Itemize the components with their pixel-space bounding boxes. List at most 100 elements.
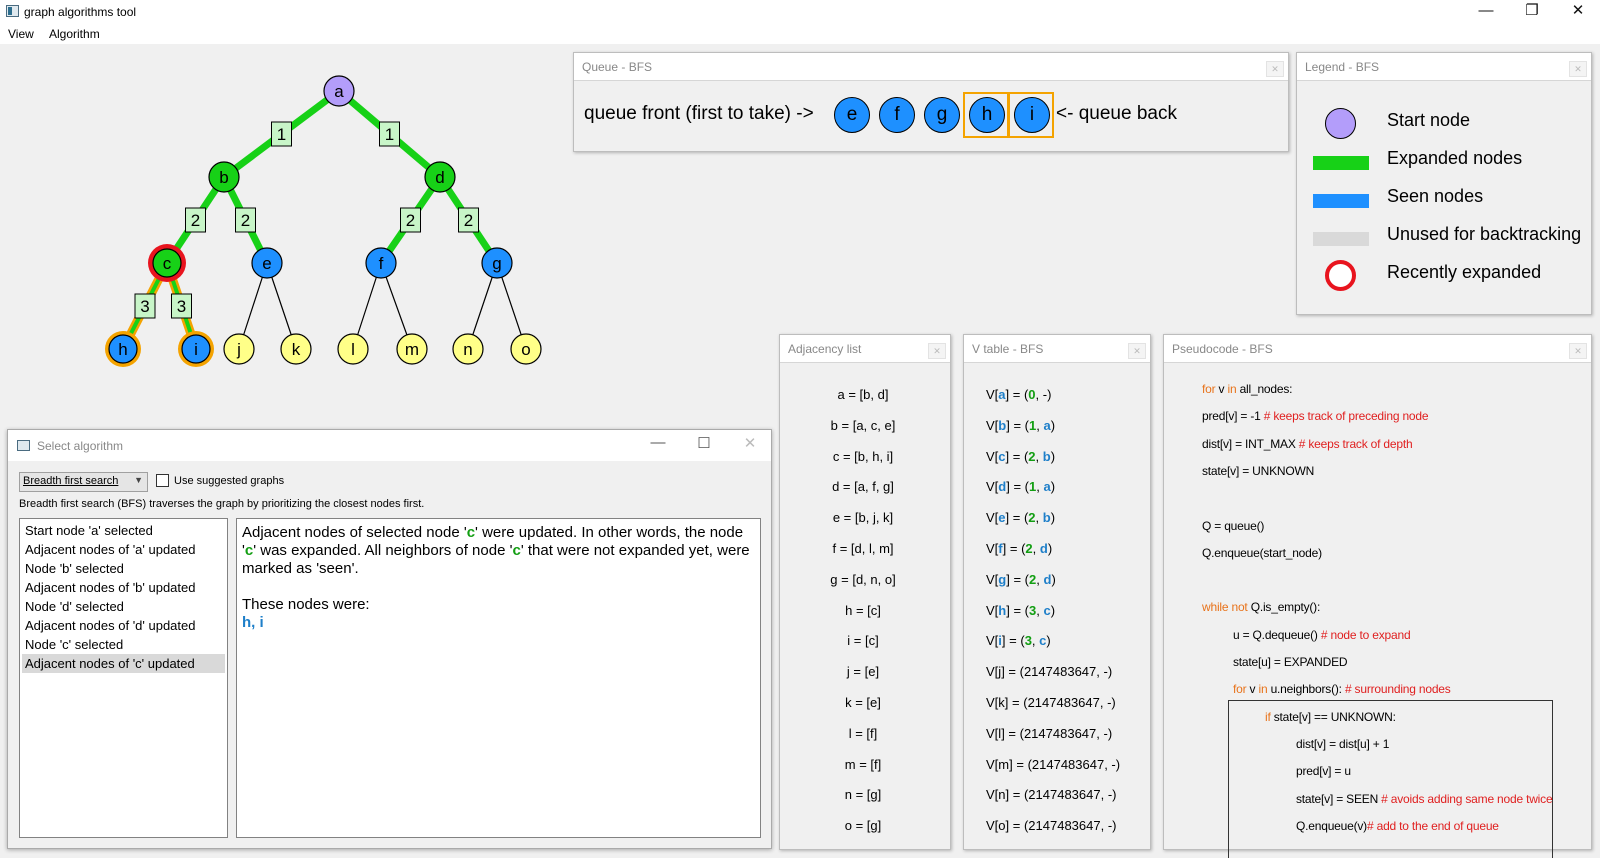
adjacency-line: c = [b, h, i] xyxy=(832,448,894,464)
step-list-item[interactable]: Adjacent nodes of 'd' updated xyxy=(22,616,225,635)
steps-list[interactable]: Start node 'a' selected Adjacent nodes of… xyxy=(19,518,228,838)
expanded-swatch-icon xyxy=(1313,156,1369,170)
queue-back-label: <- queue back xyxy=(1056,103,1177,124)
pseudocode-line: while not Q.is_empty(): xyxy=(1202,600,1321,615)
detail-text: ' was expanded. All neighbors of node ' xyxy=(253,542,513,559)
node-e-label: e xyxy=(262,254,271,273)
pseudocode-highlight-box xyxy=(1228,700,1553,858)
detail-text: Adjacent nodes of selected node ' xyxy=(242,524,467,541)
edge-weight-label: 2 xyxy=(464,211,473,230)
pseudocode-line: pred[v] = -1 # keeps track of preceding … xyxy=(1202,409,1429,424)
vtable-row: V[j] = (2147483647, -) xyxy=(986,664,1113,680)
node-f-label: f xyxy=(379,254,384,273)
menu-view[interactable]: View xyxy=(8,27,34,41)
select-window-maximize-button[interactable]: ☐ xyxy=(689,434,719,452)
maximize-button[interactable]: ❐ xyxy=(1509,0,1555,24)
queue-panel-title: Queue - BFS xyxy=(582,60,653,74)
adjacency-line: o = [g] xyxy=(844,818,882,834)
adjacency-panel-close-button[interactable]: ✕ xyxy=(928,343,946,359)
vtable-row: V[d] = (1, a) xyxy=(986,479,1056,495)
queue-node-h: h xyxy=(969,97,1005,133)
legend-item-recent: Recently expanded xyxy=(1297,256,1587,291)
node-l-label: l xyxy=(351,340,355,359)
step-list-item[interactable]: Adjacent nodes of 'b' updated xyxy=(22,578,225,597)
node-n-label: n xyxy=(463,340,472,359)
adjacency-panel: Adjacency list ✕ a = [b, d] b = [a, c, e]… xyxy=(779,334,951,850)
pseudocode-line: u = Q.dequeue() # node to expand xyxy=(1233,627,1411,642)
start-node-swatch-icon xyxy=(1325,108,1356,139)
detail-node: c xyxy=(512,542,521,559)
algorithm-select[interactable]: Breadth first search ▼ xyxy=(19,472,148,492)
queue-node-i: i xyxy=(1014,97,1050,133)
step-list-item[interactable]: Adjacent nodes of 'a' updated xyxy=(22,540,225,559)
legend-panel: Legend - BFS ✕ Start node Expanded nodes… xyxy=(1296,52,1592,315)
detail-node: c xyxy=(244,542,254,559)
step-list-item[interactable]: Node 'b' selected xyxy=(22,559,225,578)
adjacency-line: e = [b, j, k] xyxy=(832,510,894,526)
legend-label: Unused for backtracking xyxy=(1387,224,1582,244)
legend-panel-close-button[interactable]: ✕ xyxy=(1569,61,1587,77)
unused-swatch-icon xyxy=(1313,232,1369,246)
pseudocode-panel-close-button[interactable]: ✕ xyxy=(1569,343,1587,359)
queue-node-f: f xyxy=(879,97,915,133)
pseudocode-line: Q.enqueue(start_node) xyxy=(1202,545,1322,560)
edge-weight-label: 2 xyxy=(406,211,415,230)
adjacency-line: j = [e] xyxy=(846,664,880,680)
pseudocode-line: dist[v] = INT_MAX # keeps track of depth xyxy=(1202,436,1413,451)
menu-algorithm[interactable]: Algorithm xyxy=(49,27,100,41)
graph-canvas[interactable]: 1 1 2 2 2 2 3 3 a b d c e f g h i j k l m n o xyxy=(0,44,560,384)
use-suggested-graphs-label: Use suggested graphs xyxy=(174,475,285,487)
adjacency-line: g = [d, n, o] xyxy=(830,571,896,587)
use-suggested-graphs-checkbox[interactable] xyxy=(156,474,169,487)
node-i-label: i xyxy=(194,340,198,359)
vtable-row: V[l] = (2147483647, -) xyxy=(986,725,1113,741)
pseudocode-line: Q = queue() xyxy=(1202,518,1265,533)
step-list-item[interactable]: Start node 'a' selected xyxy=(22,521,225,540)
legend-item-start: Start node xyxy=(1297,104,1587,139)
vtable-row: V[m] = (2147483647, -) xyxy=(986,756,1121,772)
pseudocode-line: pred[v] = u xyxy=(1296,764,1351,779)
adjacency-line: n = [g] xyxy=(844,787,882,803)
select-window-close-button[interactable]: ✕ xyxy=(735,434,765,452)
queue-node-g: g xyxy=(924,97,960,133)
legend-item-seen: Seen nodes xyxy=(1297,180,1587,214)
adjacency-line: m = [f] xyxy=(844,756,882,772)
vtable-row: V[b] = (1, a) xyxy=(986,417,1056,433)
step-list-item[interactable]: Adjacent nodes of 'c' updated xyxy=(22,654,225,673)
node-h-label: h xyxy=(118,340,127,359)
legend-item-expanded: Expanded nodes xyxy=(1297,142,1587,176)
recently-expanded-swatch-icon xyxy=(1325,260,1356,291)
node-m-label: m xyxy=(405,340,419,359)
step-list-item[interactable]: Node 'c' selected xyxy=(22,635,225,654)
adjacency-line: f = [d, l, m] xyxy=(832,541,894,556)
minimize-button[interactable]: — xyxy=(1463,0,1509,24)
node-k-label: k xyxy=(292,340,301,359)
detail-nodes-heading: These nodes were: xyxy=(242,596,370,613)
vtable-row: V[f] = (2, d) xyxy=(986,541,1053,556)
vtable-row: V[a] = (0, -) xyxy=(986,387,1052,402)
vtable-row: V[n] = (2147483647, -) xyxy=(986,787,1117,803)
adjacency-line: b = [a, c, e] xyxy=(830,417,896,433)
pseudocode-line: state[v] = SEEN # avoids adding same nod… xyxy=(1296,791,1553,806)
queue-panel-close-button[interactable]: ✕ xyxy=(1266,61,1284,77)
vtable-row: V[g] = (2, d) xyxy=(986,571,1056,587)
vtable-panel-close-button[interactable]: ✕ xyxy=(1128,343,1146,359)
vtable-row: V[c] = (2, b) xyxy=(986,448,1056,464)
detail-node: c xyxy=(466,524,476,541)
legend-panel-title: Legend - BFS xyxy=(1305,60,1380,74)
edge-weight-label: 1 xyxy=(277,125,286,144)
node-o-label: o xyxy=(521,340,530,359)
pseudocode-line: for v in u.neighbors(): # surrounding no… xyxy=(1233,682,1451,697)
edge-weight-label: 3 xyxy=(140,297,149,316)
pseudocode-panel: Pseudocode - BFS ✕ for v in all_nodes: pr… xyxy=(1163,334,1592,858)
select-window-minimize-button[interactable]: — xyxy=(643,434,673,451)
close-button[interactable]: ✕ xyxy=(1555,0,1600,24)
node-a-label: a xyxy=(334,82,344,101)
pseudocode-line: state[u] = EXPANDED xyxy=(1233,655,1348,669)
step-list-item[interactable]: Node 'd' selected xyxy=(22,597,225,616)
vtable-row: V[k] = (2147483647, -) xyxy=(986,695,1116,710)
legend-label: Seen nodes xyxy=(1387,186,1484,206)
detail-nodes-list: h, i xyxy=(242,614,264,631)
legend-label: Expanded nodes xyxy=(1387,148,1523,168)
edge-weight-label: 1 xyxy=(385,125,394,144)
